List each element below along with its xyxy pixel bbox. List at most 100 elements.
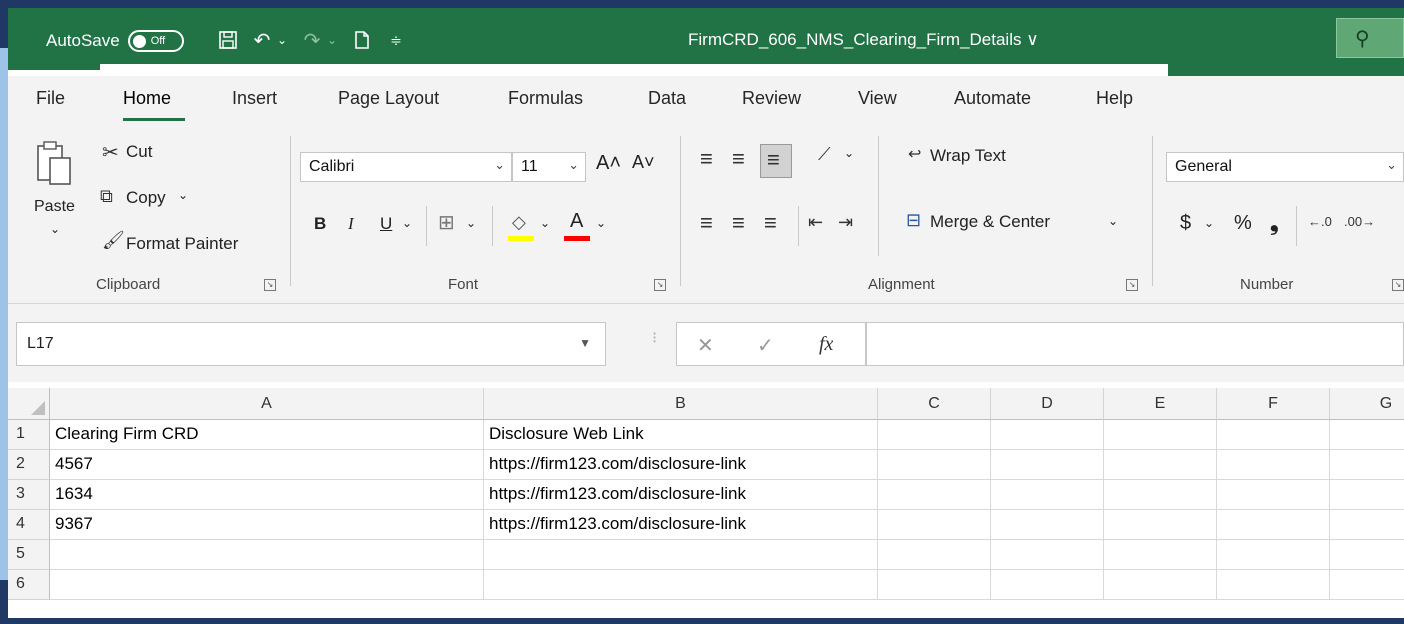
- align-left-icon[interactable]: ≡: [700, 210, 713, 236]
- tab-file[interactable]: File: [36, 88, 65, 109]
- cell-b1[interactable]: Disclosure Web Link: [484, 420, 878, 450]
- cell-a4[interactable]: 9367: [50, 510, 484, 540]
- cell-g4[interactable]: [1330, 510, 1404, 540]
- autosave-toggle[interactable]: Off: [127, 30, 184, 52]
- row-header[interactable]: 1: [8, 420, 50, 450]
- clipboard-launcher-icon[interactable]: ↘: [264, 279, 276, 291]
- paste-dropdown-icon[interactable]: ⌄: [50, 222, 60, 236]
- fill-color-button[interactable]: ◇: [508, 212, 534, 242]
- cell-a2[interactable]: 4567: [50, 450, 484, 480]
- number-format-select[interactable]: General ⌄: [1166, 152, 1404, 182]
- alignment-launcher-icon[interactable]: ↘: [1126, 279, 1138, 291]
- align-middle-icon[interactable]: ≡: [732, 146, 745, 172]
- redo-dropdown-icon[interactable]: ⌄: [320, 28, 344, 52]
- cell-g1[interactable]: [1330, 420, 1404, 450]
- paste-button[interactable]: Paste ⌄: [28, 136, 84, 246]
- tab-help[interactable]: Help: [1096, 88, 1133, 109]
- cell-c1[interactable]: [878, 420, 991, 450]
- cell-g5[interactable]: [1330, 540, 1404, 570]
- select-all-button[interactable]: [8, 388, 50, 420]
- cell-b2[interactable]: https://firm123.com/disclosure-link: [484, 450, 878, 480]
- cell-e3[interactable]: [1104, 480, 1217, 510]
- column-header-a[interactable]: A: [50, 388, 484, 420]
- format-painter-button[interactable]: Format Painter: [126, 234, 238, 254]
- column-header-e[interactable]: E: [1104, 388, 1217, 420]
- cell-f6[interactable]: [1217, 570, 1330, 600]
- formula-bar-grip-icon[interactable]: ⁝: [652, 328, 657, 348]
- insert-function-icon[interactable]: fx: [819, 333, 833, 356]
- borders-dropdown-icon[interactable]: ⌄: [466, 216, 476, 230]
- align-center-icon[interactable]: ≡: [732, 210, 745, 236]
- column-header-g[interactable]: G: [1330, 388, 1404, 420]
- decrease-decimal-icon[interactable]: .00→: [1344, 214, 1375, 229]
- tab-page-layout[interactable]: Page Layout: [338, 88, 439, 109]
- cell-a6[interactable]: [50, 570, 484, 600]
- save-icon[interactable]: [216, 28, 240, 52]
- tab-view[interactable]: View: [858, 88, 897, 109]
- align-top-icon[interactable]: ≡: [700, 146, 713, 172]
- tab-review[interactable]: Review: [742, 88, 801, 109]
- cell-f3[interactable]: [1217, 480, 1330, 510]
- cell-g3[interactable]: [1330, 480, 1404, 510]
- borders-icon[interactable]: ⊞: [438, 210, 455, 235]
- currency-dropdown-icon[interactable]: ⌄: [1204, 216, 1214, 230]
- cell-f5[interactable]: [1217, 540, 1330, 570]
- cell-d6[interactable]: [991, 570, 1104, 600]
- cancel-icon[interactable]: ✕: [697, 333, 714, 358]
- search-button[interactable]: ⚲: [1336, 18, 1404, 58]
- underline-button[interactable]: U: [380, 214, 392, 234]
- increase-indent-icon[interactable]: ⇥: [838, 212, 853, 233]
- cell-d4[interactable]: [991, 510, 1104, 540]
- cell-c4[interactable]: [878, 510, 991, 540]
- wrap-text-button[interactable]: Wrap Text: [930, 146, 1006, 166]
- number-launcher-icon[interactable]: ↘: [1392, 279, 1404, 291]
- customize-toolbar-icon[interactable]: ≑: [384, 28, 408, 52]
- column-header-c[interactable]: C: [878, 388, 991, 420]
- merge-dropdown-icon[interactable]: ⌄: [1108, 214, 1118, 228]
- copy-button[interactable]: Copy: [126, 188, 166, 208]
- tab-formulas[interactable]: Formulas: [508, 88, 583, 109]
- cell-f1[interactable]: [1217, 420, 1330, 450]
- bold-button[interactable]: B: [314, 214, 326, 234]
- cell-a3[interactable]: 1634: [50, 480, 484, 510]
- copy-dropdown-icon[interactable]: ⌄: [178, 188, 188, 202]
- cell-d3[interactable]: [991, 480, 1104, 510]
- cell-e6[interactable]: [1104, 570, 1217, 600]
- cell-e5[interactable]: [1104, 540, 1217, 570]
- cell-e2[interactable]: [1104, 450, 1217, 480]
- cell-e4[interactable]: [1104, 510, 1217, 540]
- tab-home[interactable]: Home: [123, 88, 171, 109]
- cell-b6[interactable]: [484, 570, 878, 600]
- font-name-select[interactable]: Calibri ⌄: [300, 152, 512, 182]
- align-right-icon[interactable]: ≡: [764, 210, 777, 236]
- cell-f2[interactable]: [1217, 450, 1330, 480]
- italic-button[interactable]: I: [348, 214, 354, 234]
- percent-button[interactable]: %: [1234, 212, 1252, 235]
- cell-g6[interactable]: [1330, 570, 1404, 600]
- cell-c2[interactable]: [878, 450, 991, 480]
- new-file-icon[interactable]: [350, 28, 374, 52]
- row-header[interactable]: 5: [8, 540, 50, 570]
- orientation-dropdown-icon[interactable]: ⌄: [844, 146, 854, 160]
- font-color-dropdown-icon[interactable]: ⌄: [596, 216, 606, 230]
- cell-a5[interactable]: [50, 540, 484, 570]
- name-box[interactable]: L17 ▼: [16, 322, 606, 366]
- column-header-d[interactable]: D: [991, 388, 1104, 420]
- cell-b5[interactable]: [484, 540, 878, 570]
- row-header[interactable]: 3: [8, 480, 50, 510]
- cell-g2[interactable]: [1330, 450, 1404, 480]
- column-header-f[interactable]: F: [1217, 388, 1330, 420]
- tab-automate[interactable]: Automate: [954, 88, 1031, 109]
- font-size-select[interactable]: 11 ⌄: [512, 152, 586, 182]
- merge-center-button[interactable]: Merge & Center: [930, 212, 1050, 232]
- formula-input[interactable]: [866, 322, 1404, 366]
- cell-c5[interactable]: [878, 540, 991, 570]
- decrease-font-icon[interactable]: A˅: [632, 152, 655, 173]
- row-header[interactable]: 6: [8, 570, 50, 600]
- align-bottom-button[interactable]: ≡: [760, 144, 792, 178]
- tab-data[interactable]: Data: [648, 88, 686, 109]
- cell-b4[interactable]: https://firm123.com/disclosure-link: [484, 510, 878, 540]
- font-launcher-icon[interactable]: ↘: [654, 279, 666, 291]
- autosave-control[interactable]: AutoSave Off: [46, 30, 184, 52]
- cell-d5[interactable]: [991, 540, 1104, 570]
